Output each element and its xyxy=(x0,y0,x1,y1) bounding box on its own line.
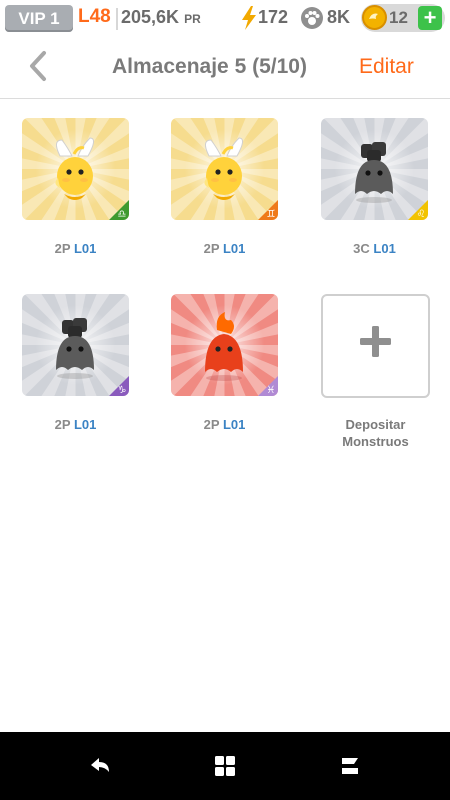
deposit-monsters-label: Depositar Monstruos xyxy=(321,416,430,450)
monster-caption: 2P L01 xyxy=(171,417,278,432)
deposit-label-line2: Monstruos xyxy=(342,434,409,449)
monster-caption: 3C L01 xyxy=(321,241,428,256)
monster-rank: 2P xyxy=(203,241,220,256)
monster-level: L01 xyxy=(373,241,396,256)
header: Almacenaje 5 (5/10) Editar xyxy=(0,36,450,99)
back-icon[interactable] xyxy=(89,755,111,775)
system-nav-bar xyxy=(0,732,450,800)
monster-card[interactable]: ♌ xyxy=(321,118,428,220)
power-rating-value: 205,6K xyxy=(121,7,180,27)
zodiac-badge-icon: ♑ xyxy=(109,376,129,396)
monster-card[interactable]: ♎ xyxy=(22,118,129,220)
monster-level: L01 xyxy=(222,241,246,256)
plus-icon xyxy=(360,326,391,357)
monster-level: L01 xyxy=(73,417,97,432)
svg-text:♑: ♑ xyxy=(118,385,127,396)
zodiac-badge-icon: ♊ xyxy=(258,200,278,220)
monster-card[interactable]: ♊ xyxy=(171,118,278,220)
power-rating-unit: PR xyxy=(184,12,201,26)
add-coins-button[interactable]: + xyxy=(418,6,442,30)
svg-text:♌: ♌ xyxy=(417,209,426,220)
coins-value: 12 xyxy=(389,8,408,27)
food-value: 8K xyxy=(327,7,351,27)
svg-text:♊: ♊ xyxy=(267,209,276,220)
zodiac-badge-icon: ♎ xyxy=(109,200,129,220)
vip-badge[interactable]: VIP 1 xyxy=(5,5,73,32)
back-chevron-icon[interactable] xyxy=(22,48,58,84)
monster-rank: 2P xyxy=(54,241,71,256)
monster-caption: 2P L01 xyxy=(22,241,129,256)
paw-icon xyxy=(301,7,323,29)
deposit-monsters-button[interactable] xyxy=(321,294,430,398)
player-level: L48 xyxy=(78,6,111,27)
home-grid-icon[interactable] xyxy=(214,755,236,777)
monster-rank: 2P xyxy=(203,417,220,432)
monster-level: L01 xyxy=(73,241,97,256)
power-rating: 205,6K PR xyxy=(121,7,201,28)
page-title: Almacenaje 5 (5/10) xyxy=(112,55,307,78)
energy-value: 172 xyxy=(258,7,289,27)
lightning-icon xyxy=(242,6,256,30)
svg-text:♓: ♓ xyxy=(267,385,276,396)
monster-card[interactable]: ♑ xyxy=(22,294,129,396)
svg-text:♎: ♎ xyxy=(118,209,127,220)
monster-caption: 2P L01 xyxy=(171,241,278,256)
divider xyxy=(116,8,118,30)
coin-icon xyxy=(362,5,387,30)
status-bar: VIP 1 L48 205,6K PR 172 8K 12 + xyxy=(0,0,450,36)
monster-rank: 3C xyxy=(353,241,370,256)
monster-card[interactable]: ♓ xyxy=(171,294,278,396)
monster-rank: 2P xyxy=(54,417,71,432)
recents-icon[interactable] xyxy=(339,756,361,776)
deposit-label-line1: Depositar xyxy=(345,417,406,432)
monster-caption: 2P L01 xyxy=(22,417,129,432)
zodiac-badge-icon: ♌ xyxy=(408,200,428,220)
monster-level: L01 xyxy=(222,417,246,432)
zodiac-badge-icon: ♓ xyxy=(258,376,278,396)
edit-button[interactable]: Editar xyxy=(359,55,414,79)
